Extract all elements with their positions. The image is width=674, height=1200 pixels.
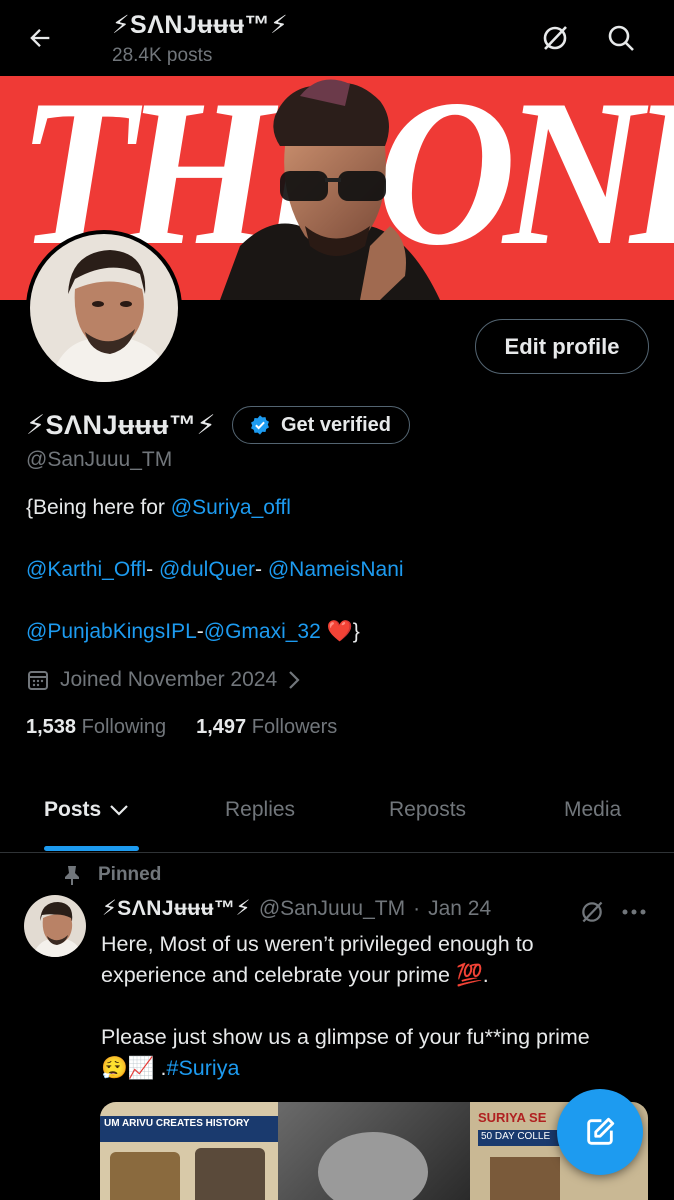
profile-handle: @SanJuuu_TM (26, 448, 173, 471)
tweet-text-line-3: Please just show us a glimpse of your fu… (101, 1025, 590, 1049)
bio-mention-karthi[interactable]: @Karthi_Offl (26, 558, 146, 581)
follow-stats: 1,538 Following 1,497 Followers (26, 716, 337, 739)
hashtag-suriya[interactable]: #Suriya (167, 1056, 240, 1080)
pin-icon (65, 866, 79, 885)
bio-mention-gmaxi[interactable]: @Gmaxi_32 (204, 620, 321, 643)
tweet-grok-button[interactable] (575, 897, 609, 927)
tweet-date[interactable]: Jan 24 (428, 897, 491, 921)
tweet-separator: · (413, 896, 421, 920)
heart-emoji: ❤️ (326, 620, 353, 643)
chevron-down-icon (110, 805, 128, 816)
calendar-icon (28, 671, 48, 690)
tweet-header: ⚡SΛNJʉʉʉ™⚡ @SanJuuu_TM · Jan 24 (102, 896, 491, 921)
joined-date-row[interactable]: Joined November 2024 (26, 668, 301, 692)
tweet-author-avatar[interactable] (24, 895, 86, 957)
get-verified-label: Get verified (280, 413, 391, 436)
bio-line-3: @PunjabKingsIPL-@Gmaxi_32 ❤️} (26, 620, 646, 644)
active-tab-indicator (44, 846, 139, 851)
tab-replies[interactable]: Replies (225, 798, 295, 822)
chevron-right-icon (289, 671, 300, 689)
back-arrow-icon (30, 29, 50, 47)
profile-avatar[interactable] (26, 230, 182, 386)
bio-closing-brace: } (352, 620, 360, 643)
compose-post-button[interactable] (557, 1089, 643, 1175)
tweet-author-handle[interactable]: @SanJuuu_TM (259, 897, 405, 921)
grok-icon (582, 901, 603, 923)
tweet-dot: . (154, 1056, 167, 1080)
banner-photo (220, 79, 440, 300)
verified-badge-icon (250, 415, 269, 435)
compose-icon (587, 1117, 615, 1145)
bio-text: {Being here for (26, 496, 171, 519)
following-label: Following (81, 716, 167, 738)
display-name-row: ⚡SΛNJʉʉʉ™⚡ Get verified (26, 404, 410, 446)
tweet-emojis: 😮‍💨📈 (101, 1056, 155, 1080)
avatar-photo (30, 234, 178, 382)
grok-button[interactable] (536, 19, 574, 57)
grok-icon (543, 26, 567, 50)
media-caption-2: SURIYA SE (478, 1110, 547, 1125)
tab-media[interactable]: Media (564, 798, 621, 822)
bio-separator: - (196, 620, 204, 643)
header-display-name: ⚡SΛNJʉʉʉ™⚡ (112, 11, 289, 39)
tab-posts[interactable]: Posts (44, 798, 129, 822)
search-button[interactable] (602, 19, 640, 57)
tab-reposts[interactable]: Reposts (389, 798, 466, 822)
media-panel-left: UM ARIVU CREATES HISTORY (100, 1102, 278, 1200)
bio-mention-dulquer[interactable]: @dulQuer (159, 558, 255, 581)
get-verified-button[interactable]: Get verified (231, 406, 410, 444)
back-button[interactable] (22, 20, 58, 56)
media-panel-center (278, 1102, 470, 1200)
bio-mention-suriya[interactable]: @Suriya_offl (171, 496, 291, 519)
followers-link[interactable]: 1,497 Followers (196, 716, 337, 739)
media-caption-1: UM ARIVU CREATES HISTORY (100, 1116, 278, 1142)
following-count: 1,538 (26, 716, 77, 738)
display-name: ⚡SΛNJʉʉʉ™⚡ (26, 409, 216, 440)
more-options-icon (622, 909, 646, 915)
tweet-author-name[interactable]: ⚡SΛNJʉʉʉ™⚡ (102, 896, 251, 921)
tweet-text-line-4: 😮‍💨📈 .#Suriya (101, 1053, 661, 1084)
bio-mention-punjabkings[interactable]: @PunjabKingsIPL (26, 620, 197, 643)
tweet-text-line-1: Here, Most of us weren’t privileged enou… (101, 932, 534, 956)
joined-date: Joined November 2024 (60, 668, 278, 691)
bio-separator: - (146, 558, 159, 581)
search-icon (608, 25, 634, 51)
profile-tabs: Posts Replies Reposts Media (0, 780, 674, 853)
pinned-label: Pinned (98, 864, 162, 885)
header-posts-count: 28.4K posts (112, 45, 213, 66)
followers-count: 1,497 (196, 716, 247, 738)
following-link[interactable]: 1,538 Following (26, 716, 166, 739)
tweet-text-line-2: experience and celebrate your prime 💯. (101, 963, 489, 987)
bio-line-1: {Being here for @Suriya_offl (26, 496, 646, 520)
bio-separator: - (255, 558, 268, 581)
pinned-indicator: Pinned (62, 864, 161, 886)
tweet-avatar-photo (24, 895, 86, 957)
profile-header-bar: ⚡SΛNJʉʉʉ™⚡ 28.4K posts (0, 0, 674, 76)
bio-mention-nani[interactable]: @NameisNani (268, 558, 404, 581)
edit-profile-button[interactable]: Edit profile (475, 319, 649, 374)
tweet-more-button[interactable] (617, 897, 651, 927)
followers-label: Followers (251, 716, 338, 738)
bio-line-2: @Karthi_Offl- @dulQuer- @NameisNani (26, 558, 646, 582)
tab-posts-label: Posts (44, 798, 102, 821)
